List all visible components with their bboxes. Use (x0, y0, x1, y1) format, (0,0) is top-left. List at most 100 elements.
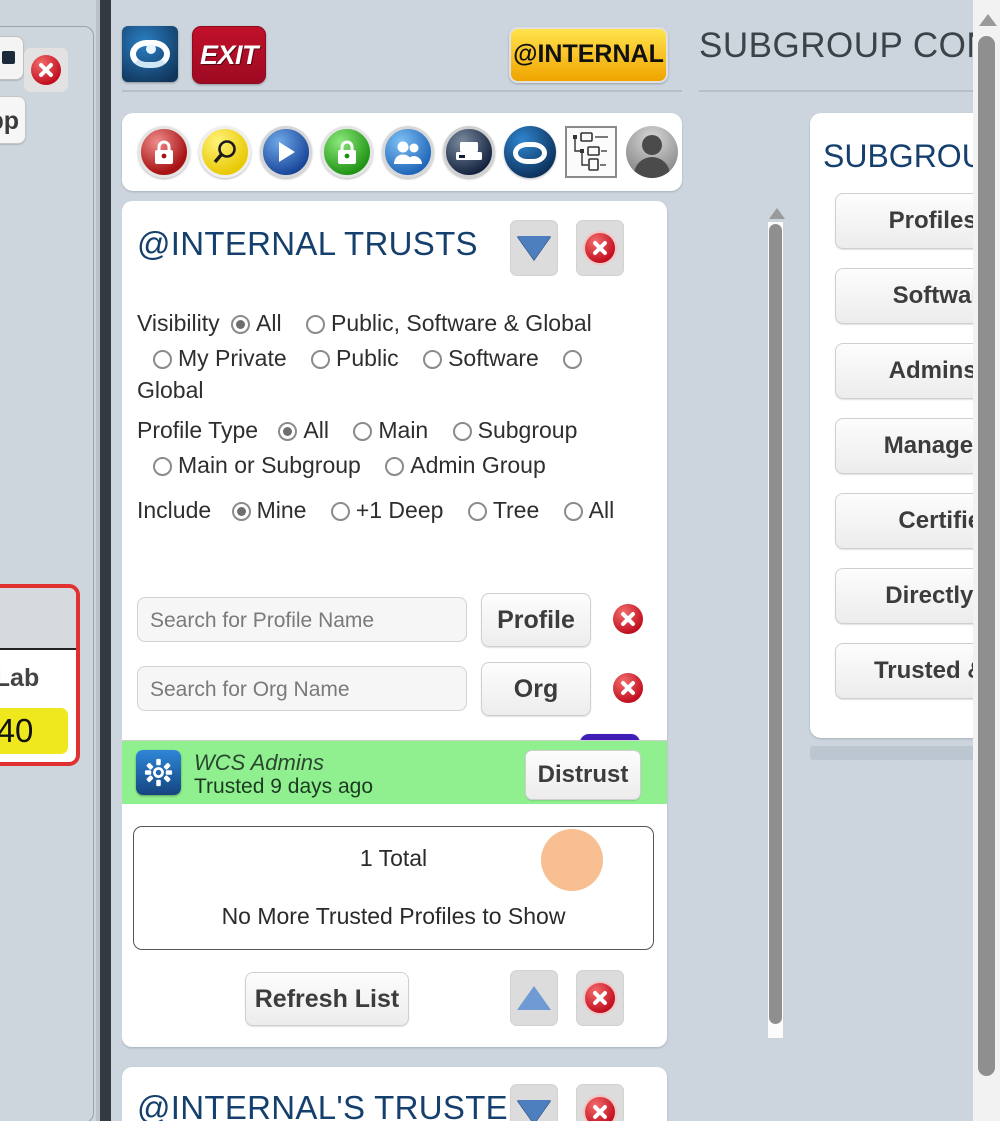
mini-card-label: Lab (0, 664, 40, 692)
green-lock-icon[interactable] (321, 126, 373, 178)
radio-visibility-public-software-global[interactable]: Public, Software & Global (306, 310, 592, 337)
content-scroll-panel: @INTERNAL TRUSTS Visibility All Public, … (122, 201, 682, 1121)
radio-dot-icon (563, 350, 583, 369)
radio-label: +1 Deep (355, 497, 444, 523)
avatar-body (634, 157, 670, 178)
filter-visibility-row-1: Visibility All Public, Software & Global (137, 310, 592, 337)
profile-search-clear-icon[interactable] (613, 604, 643, 634)
trusted-profile-status: Trusted 9 days ago (194, 775, 373, 798)
radio-label: All (588, 497, 615, 523)
subgroup-menu-panel: SUBGROUP MENU Profiles I Can T Software … (810, 113, 1000, 738)
radio-profile-type-main-or-subgroup[interactable]: Main or Subgroup (153, 452, 361, 479)
triangle-up-icon (517, 986, 551, 1010)
trusted-profile-row[interactable]: WCS Admins Trusted 9 days ago Distrust (122, 740, 667, 804)
exit-button[interactable]: EXIT (192, 26, 266, 84)
radio-label: Global (137, 377, 204, 403)
internal-trusts-close-button[interactable] (576, 220, 624, 276)
radio-dot-icon (467, 502, 487, 521)
scroll-up-arrow-icon[interactable] (979, 14, 997, 26)
app-header: EXIT @INTERNAL SUBGROUP CONFIG (111, 0, 1000, 92)
internals-trusted-collapse-button[interactable] (510, 1084, 558, 1121)
radio-dot-icon (330, 502, 350, 521)
scroll-up-arrow-icon[interactable] (769, 208, 785, 219)
users-group-icon[interactable] (382, 126, 434, 178)
search-profile-input[interactable]: Search for Profile Name (137, 597, 467, 642)
radio-include-all[interactable]: All (563, 497, 615, 524)
search-magnifier-icon[interactable] (199, 126, 251, 178)
main-area: EXIT @INTERNAL SUBGROUP CONFIG (111, 0, 1000, 1121)
radio-label: Tree (492, 497, 540, 523)
radio-visibility-all[interactable]: All (231, 310, 282, 337)
triangle-down-icon (517, 1100, 551, 1121)
radio-dot-icon (452, 422, 472, 441)
scrollbar-thumb[interactable] (769, 224, 782, 1024)
play-button-icon[interactable] (260, 126, 312, 178)
user-avatar-icon[interactable] (626, 126, 678, 178)
left-partial-button-top[interactable] (0, 36, 24, 80)
refresh-list-button[interactable]: Refresh List (245, 972, 409, 1026)
radio-dot-icon (231, 502, 251, 521)
radio-profile-type-main[interactable]: Main (353, 417, 428, 444)
internal-badge[interactable]: @INTERNAL (509, 27, 668, 83)
filter-visibility-global-label: Global (137, 377, 203, 404)
red-lock-icon[interactable] (138, 126, 190, 178)
header-divider-left (122, 90, 682, 92)
radio-dot-icon (278, 422, 298, 441)
org-search-button[interactable]: Org (481, 662, 591, 716)
radio-include-tree[interactable]: Tree (467, 497, 540, 524)
filter-visibility-label: Visibility (137, 310, 220, 336)
cloud-logo-icon[interactable] (122, 26, 178, 82)
radio-include-plus1deep[interactable]: +1 Deep (330, 497, 444, 524)
content-scrollbar[interactable] (766, 208, 786, 1038)
internal-trusts-collapse-button[interactable] (510, 220, 558, 276)
cloud-logo-dot (146, 44, 156, 54)
search-org-input[interactable]: Search for Org Name (137, 666, 467, 711)
radio-dot-icon (353, 422, 373, 441)
left-close-button[interactable] (24, 48, 68, 92)
radio-profile-type-all[interactable]: All (278, 417, 329, 444)
internals-trusted-title: @INTERNAL'S TRUSTED (137, 1089, 533, 1121)
filter-profile-type-row-2: Main or Subgroup Admin Group (148, 452, 546, 479)
radio-dot-icon (153, 457, 172, 476)
radio-visibility-public[interactable]: Public (311, 345, 399, 372)
square-glyph-icon (2, 51, 15, 64)
radio-dot-icon (231, 315, 251, 334)
internal-trusts-title: @INTERNAL TRUSTS (137, 225, 478, 262)
left-partial-button-pp[interactable]: pp (0, 96, 26, 144)
radio-profile-type-admin-group[interactable]: Admin Group (385, 452, 546, 479)
radio-visibility-global[interactable] (563, 345, 583, 372)
page-scrollbar[interactable] (973, 0, 1000, 1121)
internal-trusts-card: @INTERNAL TRUSTS Visibility All Public, … (122, 201, 667, 1047)
no-more-profiles-text: No More Trusted Profiles to Show (221, 903, 566, 929)
radio-visibility-my-private[interactable]: My Private (153, 345, 287, 372)
left-mini-card: itor de Lab 40 (0, 584, 80, 766)
trusts-footer-close-button[interactable] (576, 970, 624, 1026)
printer-icon[interactable] (443, 126, 495, 178)
header-divider-right (699, 90, 1000, 92)
radio-label: Mine (256, 497, 307, 523)
radio-include-mine[interactable]: Mine (231, 497, 307, 524)
scroll-to-top-button[interactable] (510, 970, 558, 1026)
green-lock-glyph (324, 129, 370, 175)
mini-card-header-line2: de (0, 619, 70, 646)
subgroup-panel-bottom-strip (810, 746, 1000, 760)
distrust-button[interactable]: Distrust (525, 750, 641, 800)
profile-search-button[interactable]: Profile (481, 593, 591, 647)
printer-glyph (446, 129, 492, 175)
cloud-icon[interactable] (504, 126, 556, 178)
page-scrollbar-thumb[interactable] (978, 36, 995, 1076)
org-search-clear-icon[interactable] (613, 673, 643, 703)
radio-visibility-software[interactable]: Software (423, 345, 539, 372)
radio-label: Public, Software & Global (331, 310, 592, 336)
play-triangle-glyph (263, 129, 309, 175)
close-circle-icon (31, 55, 61, 85)
icon-toolbar (122, 113, 682, 191)
trusted-profile-name: WCS Admins (194, 750, 324, 775)
radio-profile-type-subgroup[interactable]: Subgroup (452, 417, 577, 444)
gear-glyph (144, 758, 173, 787)
cursor-highlight (541, 829, 603, 891)
cloud-ring-glyph (513, 142, 547, 164)
close-circle-icon (585, 1097, 615, 1121)
org-tree-icon[interactable] (565, 126, 617, 178)
internals-trusted-close-button[interactable] (576, 1084, 624, 1121)
